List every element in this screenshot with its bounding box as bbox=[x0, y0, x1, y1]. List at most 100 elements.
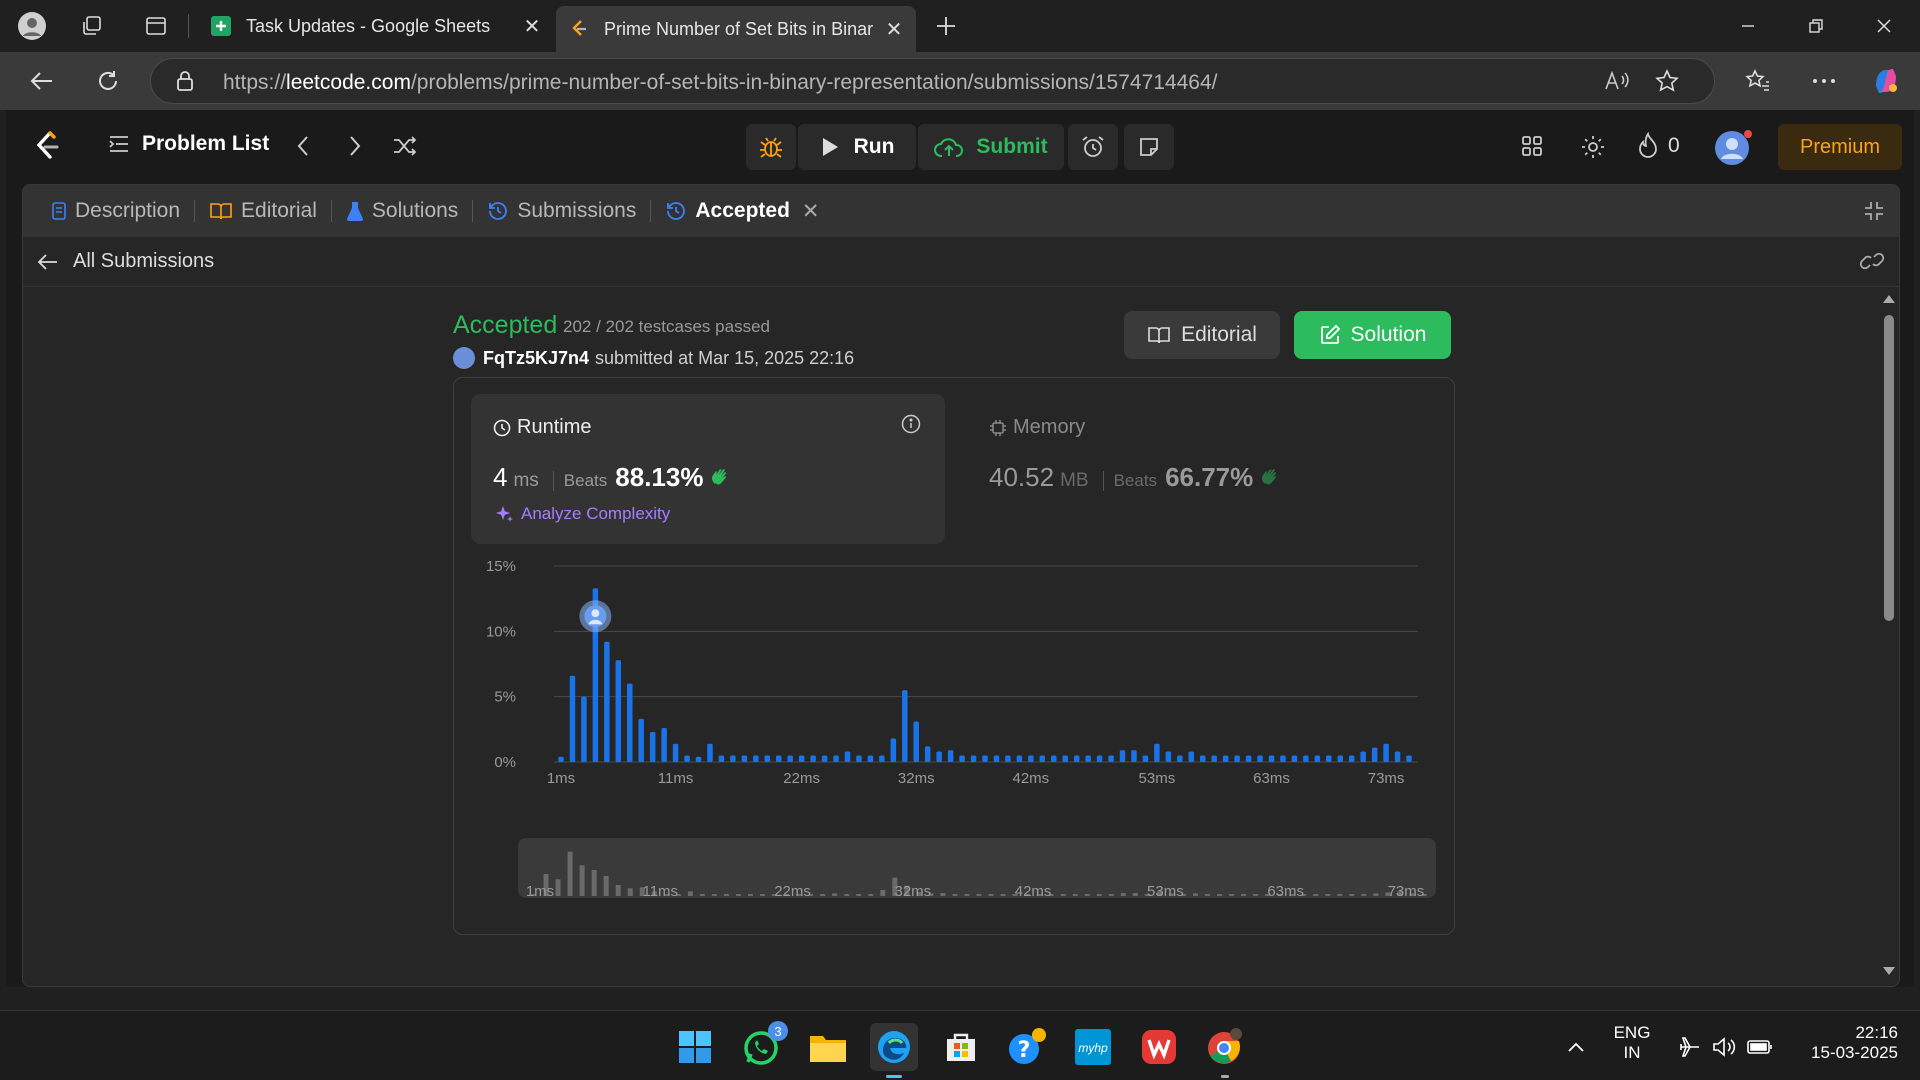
analyze-complexity-link[interactable]: Analyze Complexity bbox=[495, 504, 670, 524]
bug-icon bbox=[760, 137, 782, 158]
run-button[interactable]: Run bbox=[798, 124, 916, 170]
edge-browser-icon[interactable] bbox=[870, 1023, 918, 1078]
myhp-icon[interactable]: myhp bbox=[1069, 1023, 1117, 1071]
close-tab-icon[interactable]: ✕ bbox=[522, 14, 542, 39]
runtime-box[interactable]: Runtime 4 ms Beats 88.13% Analyze Comple… bbox=[471, 394, 945, 544]
history-icon bbox=[667, 202, 686, 220]
layout-grid-icon[interactable] bbox=[1520, 134, 1544, 158]
profile-icon[interactable] bbox=[16, 10, 48, 42]
battery-icon[interactable] bbox=[1736, 1023, 1784, 1071]
tab-solutions[interactable]: Solutions bbox=[336, 199, 468, 223]
workspaces-icon[interactable] bbox=[76, 10, 108, 42]
shuffle-icon[interactable] bbox=[392, 135, 418, 157]
tab-accepted[interactable]: Accepted ✕ bbox=[655, 199, 829, 224]
info-icon[interactable] bbox=[901, 414, 921, 434]
tab-actions-icon[interactable] bbox=[140, 10, 172, 42]
histogram-bar bbox=[558, 756, 564, 762]
fire-icon bbox=[1639, 132, 1657, 158]
new-tab-icon[interactable] bbox=[930, 10, 962, 42]
histogram-bar bbox=[1394, 751, 1401, 762]
back-arrow-icon[interactable] bbox=[37, 253, 59, 271]
svg-text:myhp: myhp bbox=[1078, 1041, 1108, 1055]
file-explorer-icon[interactable] bbox=[804, 1023, 852, 1071]
collapse-panel-icon[interactable] bbox=[1863, 200, 1885, 222]
start-windows-icon[interactable] bbox=[671, 1023, 719, 1071]
clock[interactable]: 22:16 15-03-2025 bbox=[1790, 1023, 1898, 1063]
minimize-icon[interactable] bbox=[1728, 10, 1768, 42]
streak-counter[interactable]: 0 bbox=[1636, 132, 1680, 160]
x-tick-label: 22ms bbox=[783, 770, 820, 787]
username[interactable]: FqTz5KJ7n4 bbox=[483, 348, 589, 369]
panel-scrollbar[interactable] bbox=[1881, 295, 1897, 975]
get-help-icon[interactable]: ? bbox=[1003, 1023, 1051, 1071]
navigator-bar bbox=[1313, 894, 1319, 896]
refresh-icon[interactable] bbox=[92, 65, 124, 97]
solution-button[interactable]: Solution bbox=[1294, 311, 1451, 359]
timer-button[interactable] bbox=[1068, 124, 1118, 170]
navigator-bar bbox=[699, 894, 705, 896]
alarm-clock-icon bbox=[1082, 136, 1104, 157]
x-tick-label: 32ms bbox=[898, 770, 935, 787]
url-bar[interactable]: https://leetcode.com/problems/prime-numb… bbox=[150, 58, 1715, 104]
browser-tab-leetcode[interactable]: Prime Number of Set Bits in Binar ✕ bbox=[556, 6, 916, 52]
premium-button[interactable]: Premium bbox=[1778, 124, 1902, 170]
all-submissions-link[interactable]: All Submissions bbox=[73, 250, 214, 273]
input-language[interactable]: ENG IN bbox=[1608, 1023, 1656, 1063]
tab-label: Description bbox=[75, 199, 181, 222]
favorites-icon[interactable] bbox=[1742, 65, 1774, 97]
whatsapp-icon[interactable]: 3 bbox=[738, 1021, 788, 1071]
address-row: https://leetcode.com/problems/prime-numb… bbox=[0, 52, 1920, 110]
running-app-indicator bbox=[1221, 1075, 1229, 1078]
debug-button[interactable] bbox=[746, 124, 796, 170]
show-hidden-icons-icon[interactable] bbox=[1552, 1023, 1600, 1071]
clap-icon bbox=[712, 469, 727, 485]
microsoft-store-icon[interactable] bbox=[937, 1023, 985, 1071]
notes-button[interactable] bbox=[1124, 124, 1174, 170]
browser-tab-sheets[interactable]: Task Updates - Google Sheets ✕ bbox=[198, 6, 554, 46]
runtime-distribution-chart[interactable]: 15% 10% 5% 0% 1ms 11ms 22ms 32ms 42ms 53ms 63ms 73m… bbox=[454, 548, 1454, 987]
submission-panel: Description Editorial Solutions Submissi… bbox=[22, 184, 1900, 987]
tab-submissions[interactable]: Submissions bbox=[477, 199, 646, 223]
histogram-bar bbox=[764, 755, 771, 762]
sparkle-icon bbox=[496, 506, 513, 522]
lock-icon[interactable] bbox=[169, 65, 201, 97]
navigator-tick-label: 42ms bbox=[1015, 883, 1052, 900]
close-tab-icon[interactable]: ✕ bbox=[884, 17, 904, 42]
next-problem-icon[interactable] bbox=[348, 135, 362, 157]
histogram-bar bbox=[1039, 755, 1046, 762]
navigator-tick-label: 63ms bbox=[1267, 883, 1304, 900]
close-window-icon[interactable] bbox=[1864, 10, 1904, 42]
favorite-star-icon[interactable] bbox=[1651, 65, 1683, 97]
memory-box[interactable]: Memory 40.52 MB Beats 66.77% bbox=[967, 394, 1441, 544]
clock-date: 15-03-2025 bbox=[1811, 1043, 1898, 1062]
histogram-bar bbox=[810, 755, 816, 762]
copilot-icon[interactable] bbox=[1870, 65, 1902, 97]
user-avatar[interactable] bbox=[1714, 128, 1754, 168]
restore-icon[interactable] bbox=[1796, 10, 1836, 42]
url-text[interactable]: https://leetcode.com/problems/prime-numb… bbox=[223, 71, 1217, 95]
leetcode-logo-icon[interactable] bbox=[32, 130, 62, 164]
back-icon[interactable] bbox=[26, 65, 58, 97]
tab-divider bbox=[650, 200, 652, 222]
navigator-bar bbox=[711, 894, 717, 896]
histogram-bar bbox=[890, 738, 897, 762]
active-app-indicator bbox=[886, 1075, 902, 1078]
submit-button[interactable]: Submit bbox=[918, 124, 1064, 170]
streak-count: 0 bbox=[1668, 134, 1680, 157]
editorial-button[interactable]: Editorial bbox=[1124, 311, 1280, 359]
play-icon bbox=[822, 138, 838, 156]
prev-problem-icon[interactable] bbox=[296, 135, 310, 157]
chrome-icon[interactable] bbox=[1201, 1023, 1249, 1078]
tab-editorial[interactable]: Editorial bbox=[199, 199, 327, 223]
close-tab-icon[interactable]: ✕ bbox=[802, 199, 820, 224]
settings-gear-icon[interactable] bbox=[1580, 134, 1606, 160]
more-menu-icon[interactable] bbox=[1808, 65, 1840, 97]
wps-office-icon[interactable] bbox=[1135, 1023, 1183, 1071]
tab-description[interactable]: Description bbox=[41, 199, 190, 223]
document-icon bbox=[52, 202, 66, 220]
link-icon[interactable] bbox=[1859, 251, 1885, 271]
problem-list-button[interactable]: Problem List bbox=[108, 132, 269, 156]
histogram-bar bbox=[993, 755, 1000, 762]
read-aloud-icon[interactable] bbox=[1601, 65, 1633, 97]
x-tick-label: 73ms bbox=[1368, 770, 1405, 787]
